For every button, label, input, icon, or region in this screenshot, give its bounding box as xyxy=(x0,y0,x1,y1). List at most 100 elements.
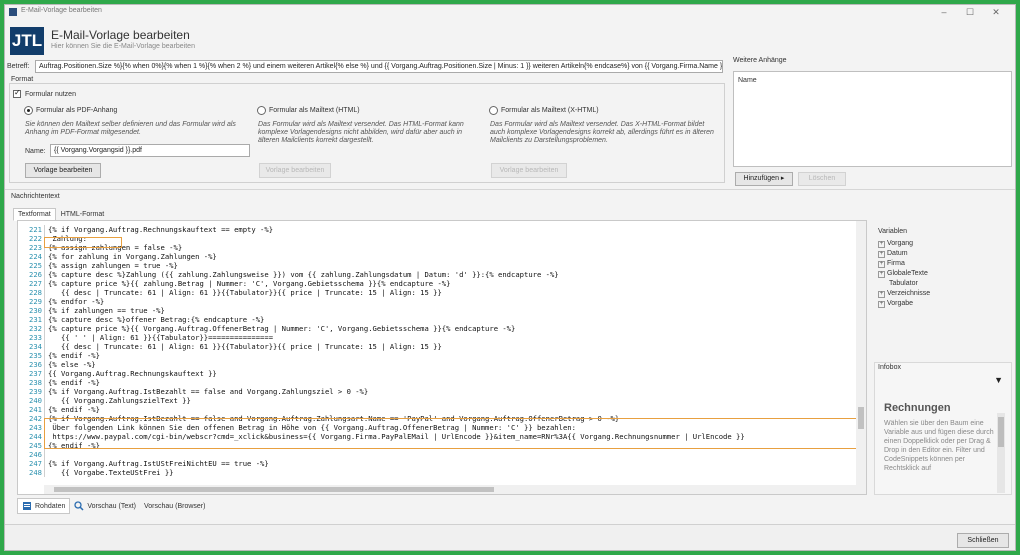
maximize-icon[interactable]: ☐ xyxy=(957,5,983,19)
code-line[interactable]: 240 {{ Vorgang.ZahlungszielText }} xyxy=(18,396,866,405)
code-line[interactable]: 246 xyxy=(18,450,866,459)
radio-html-mailtext[interactable] xyxy=(257,106,266,115)
code-text: Zahlung: xyxy=(48,234,87,243)
code-line[interactable]: 231 {% capture desc %}offener Betrag:{% e… xyxy=(18,315,866,324)
code-text: {% assign zahlungen = true -%} xyxy=(48,261,178,270)
editor-vertical-scrollbar[interactable] xyxy=(856,221,866,494)
code-lines: 221 {% if Vorgang.Auftrag.Rechnungskaufte… xyxy=(18,225,866,477)
code-line[interactable]: 244 https://www.paypal.com/cgi-bin/websc… xyxy=(18,432,866,441)
attachments-list[interactable]: Name xyxy=(733,71,1012,167)
expand-icon[interactable]: + xyxy=(878,291,885,298)
add-attachment-button[interactable]: Hinzufügen ▸ xyxy=(735,172,793,186)
pdf-name-input[interactable]: {{ Vorgang.Vorgangsid }}.pdf xyxy=(50,144,250,157)
line-number: 233 xyxy=(29,333,42,342)
format-group-label: Format xyxy=(11,76,34,83)
code-line[interactable]: 232 {% capture price %}{{ Vorgang.Auftrag… xyxy=(18,324,866,333)
line-number: 228 xyxy=(29,288,42,297)
tree-item-globaletexte[interactable]: + GlobaleTexte xyxy=(878,270,928,278)
radio-pdf-attachment[interactable] xyxy=(24,106,33,115)
code-line[interactable]: 233 {{ ' ' | Align: 61 }}{{Tabulator}}==… xyxy=(18,333,866,342)
code-line[interactable]: 247 {% if Vorgang.Auftrag.IstUStFreiNicht… xyxy=(18,459,866,468)
tree-item-firma[interactable]: + Firma xyxy=(878,260,905,268)
code-editor[interactable]: 221 {% if Vorgang.Auftrag.Rechnungskaufte… xyxy=(17,220,867,495)
edit-template-button[interactable]: Vorlage bearbeiten xyxy=(25,163,101,178)
line-number: 239 xyxy=(29,387,42,396)
tab-rohdaten[interactable]: Rohdaten xyxy=(17,498,71,514)
expand-icon[interactable]: + xyxy=(878,251,885,258)
code-line[interactable]: 237 {{ Vorgang.Auftrag.Rechnungskauftext … xyxy=(18,369,866,378)
tree-item-datum[interactable]: + Datum xyxy=(878,250,908,258)
code-line[interactable]: 226 {% capture desc %}Zahlung ({{ zahlung… xyxy=(18,270,866,279)
code-line[interactable]: 242 {% if Vorgang.Auftrag.IstBezahlt == f… xyxy=(18,414,866,423)
code-line[interactable]: 234 {{ desc | Truncate: 61 | Align: 61 }… xyxy=(18,342,866,351)
subject-input[interactable]: Auftrag.Positionen.Size %}{% when 0%}{% … xyxy=(35,60,723,73)
infobox-scrollbar[interactable] xyxy=(997,413,1005,493)
delete-attachment-button[interactable]: Löschen xyxy=(798,172,846,186)
minimize-icon[interactable]: – xyxy=(931,5,957,19)
tab-vorschau-text[interactable]: Vorschau (Text) xyxy=(70,499,140,513)
code-line[interactable]: 222 Zahlung: xyxy=(18,234,866,243)
line-number: 238 xyxy=(29,378,42,387)
dialog-footer: Schließen xyxy=(5,524,1015,550)
code-text: {% capture desc %}Zahlung ({{ zahlung.Za… xyxy=(48,270,559,279)
code-text: {% if Vorgang.Auftrag.IstBezahlt == fals… xyxy=(48,414,620,423)
line-number: 240 xyxy=(29,396,42,405)
code-line[interactable]: 239 {% if Vorgang.Auftrag.IstBezahlt == f… xyxy=(18,387,866,396)
expand-icon[interactable]: + xyxy=(878,241,885,248)
title-bar: E-Mail-Vorlage bearbeiten – ☐ ✕ xyxy=(5,5,1015,19)
infobox-title: Rechnungen xyxy=(884,402,951,414)
variables-tree[interactable]: Variablen + Vorgang + Datum + Firma + Global… xyxy=(874,226,1012,356)
code-text: {% else -%} xyxy=(48,360,96,369)
tree-item-vorgang[interactable]: + Vorgang xyxy=(878,240,913,248)
line-number: 224 xyxy=(29,252,42,261)
attachments-col-name: Name xyxy=(738,77,757,84)
tab-vorschau-browser[interactable]: Vorschau (Browser) xyxy=(140,501,209,512)
edit-template-xhtml-button[interactable]: Vorlage bearbeiten xyxy=(491,163,567,178)
expand-icon[interactable]: + xyxy=(878,261,885,268)
line-number: 247 xyxy=(29,459,42,468)
magnifier-icon xyxy=(74,501,84,511)
use-form-checkbox[interactable] xyxy=(13,88,21,98)
line-number: 242 xyxy=(29,414,42,423)
tab-rohdaten-label: Rohdaten xyxy=(35,502,66,510)
code-line[interactable]: 225 {% assign zahlungen = true -%} xyxy=(18,261,866,270)
line-number: 237 xyxy=(29,369,42,378)
code-line[interactable]: 235 {% endif -%} xyxy=(18,351,866,360)
line-number: 236 xyxy=(29,360,42,369)
code-line[interactable]: 241 {% endif -%} xyxy=(18,405,866,414)
radio-html-label: Formular als Mailtext (HTML) xyxy=(269,107,360,114)
code-line[interactable]: 248 {{ Vorgabe.TexteUStFrei }} xyxy=(18,468,866,477)
line-number: 230 xyxy=(29,306,42,315)
expand-icon[interactable]: + xyxy=(878,271,885,278)
tab-vorschau-browser-label: Vorschau (Browser) xyxy=(144,502,206,510)
code-line[interactable]: 228 {{ desc | Truncate: 61 | Align: 61 }… xyxy=(18,288,866,297)
code-text: {{ Vorgang.ZahlungszielText }} xyxy=(48,396,191,405)
chevron-down-icon[interactable]: ▼ xyxy=(994,375,1003,385)
code-line[interactable]: 229 {% endfor -%} xyxy=(18,297,866,306)
close-button[interactable]: Schließen xyxy=(957,533,1009,548)
code-text: {% if Vorgang.Auftrag.IstBezahlt == fals… xyxy=(48,387,369,396)
code-text: {% if Vorgang.Auftrag.Rechnungskauftext … xyxy=(48,225,274,234)
editor-horizontal-scrollbar[interactable] xyxy=(44,485,856,494)
code-line[interactable]: 236 {% else -%} xyxy=(18,360,866,369)
tree-item-vorgabe[interactable]: + Vorgabe xyxy=(878,300,913,308)
code-text: {% for zahlung in Vorgang.Zahlungen -%} xyxy=(48,252,217,261)
code-line[interactable]: 245 {% endif -%} xyxy=(18,441,866,450)
radio-xhtml-mailtext[interactable] xyxy=(489,106,498,115)
edit-template-html-button[interactable]: Vorlage bearbeiten xyxy=(259,163,331,178)
code-line[interactable]: 238 {% endif -%} xyxy=(18,378,866,387)
close-icon[interactable]: ✕ xyxy=(983,5,1009,19)
code-line[interactable]: 243 Über folgenden Link können Sie den o… xyxy=(18,423,866,432)
expand-icon[interactable]: + xyxy=(878,301,885,308)
code-text: {% endif -%} xyxy=(48,441,100,450)
line-number: 231 xyxy=(29,315,42,324)
tree-item-verzeichnisse[interactable]: + Verzeichnisse xyxy=(878,290,930,298)
message-label: Nachrichtentext xyxy=(11,193,60,200)
code-line[interactable]: 221 {% if Vorgang.Auftrag.Rechnungskaufte… xyxy=(18,225,866,234)
code-line[interactable]: 230 {% if zahlungen == true -%} xyxy=(18,306,866,315)
tree-item-tabulator[interactable]: Tabulator xyxy=(889,280,918,287)
line-number: 241 xyxy=(29,405,42,414)
code-line[interactable]: 223 {% assign zahlungen = false -%} xyxy=(18,243,866,252)
code-line[interactable]: 224 {% for zahlung in Vorgang.Zahlungen -… xyxy=(18,252,866,261)
code-line[interactable]: 227 {% capture price %}{{ zahlung.Betrag … xyxy=(18,279,866,288)
